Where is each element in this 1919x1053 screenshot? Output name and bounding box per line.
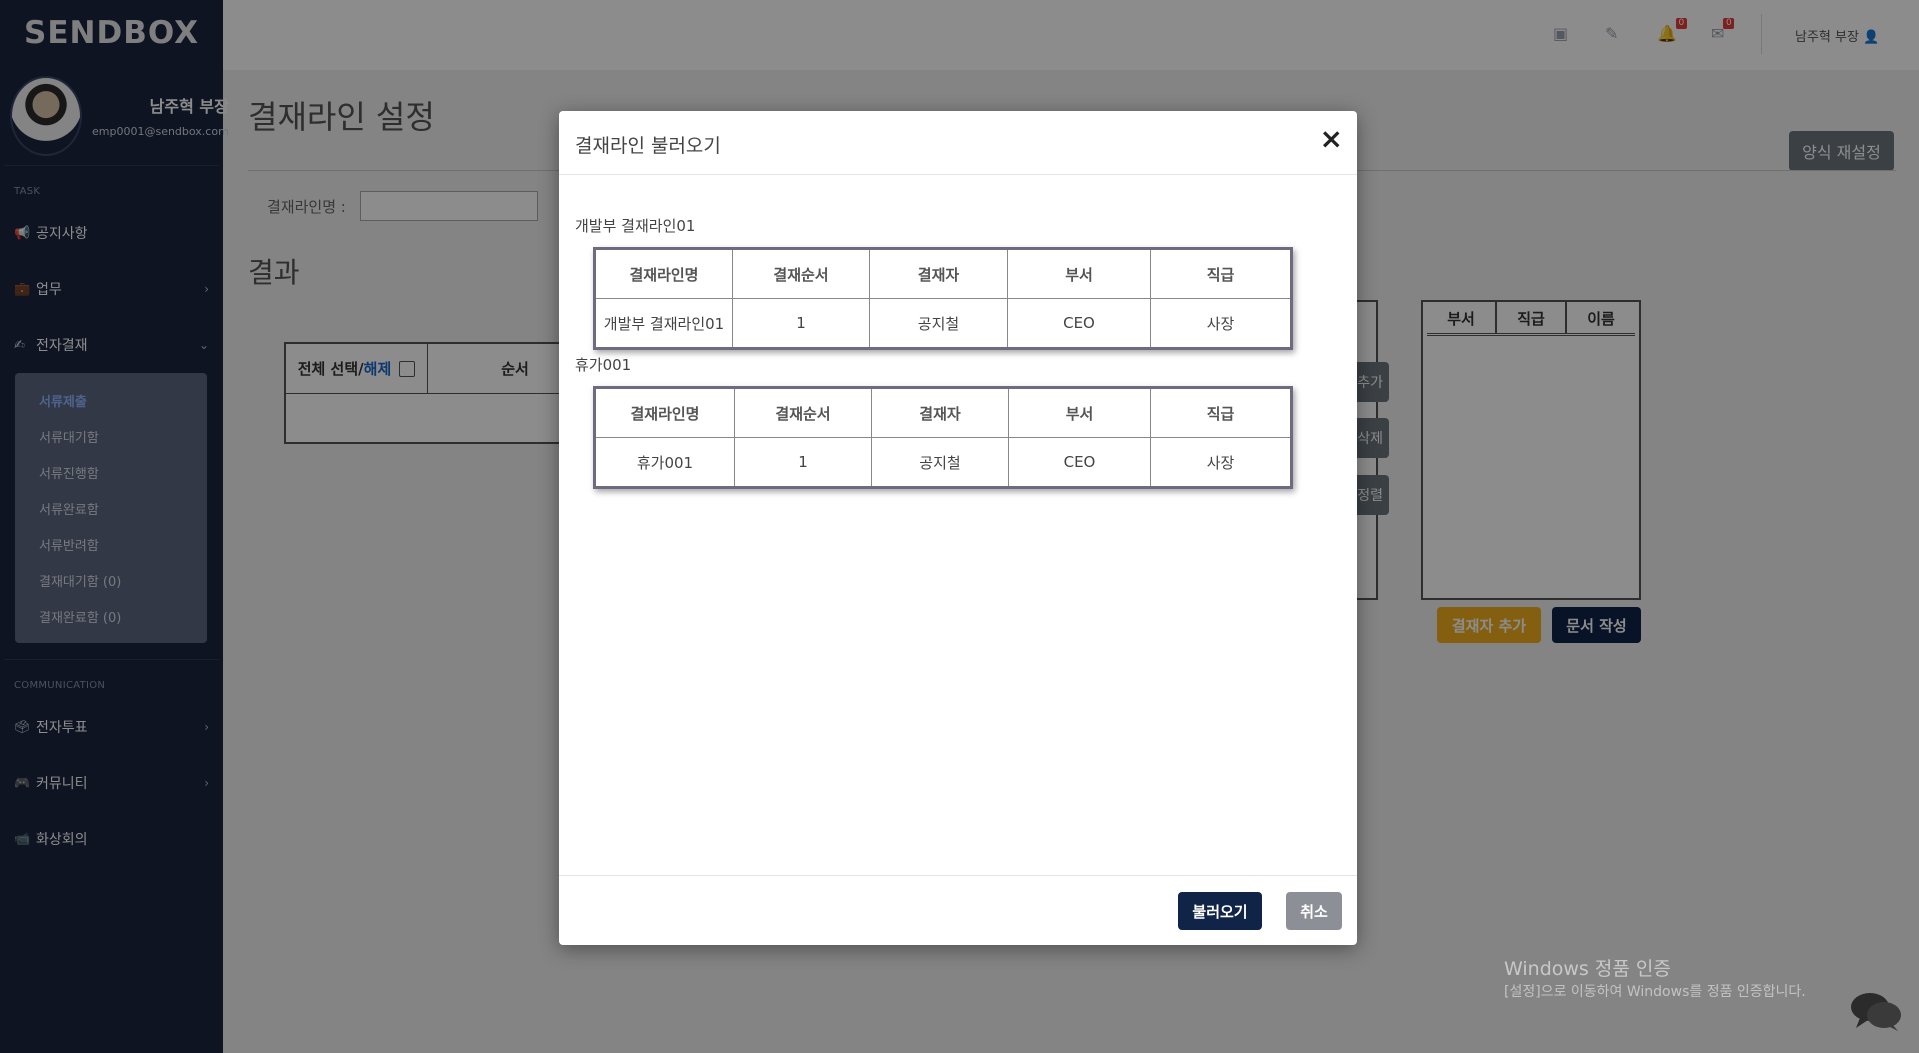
- column-header: 결재자: [869, 248, 1008, 299]
- group-label: 휴가001: [575, 356, 632, 374]
- approval-line-table[interactable]: 결재라인명 결재순서 결재자 부서 직급 휴가001 1 공지철 CEO 사장: [593, 386, 1293, 489]
- column-header: 직급: [1150, 248, 1292, 299]
- cell-dept: CEO: [1008, 437, 1151, 488]
- close-icon[interactable]: ×: [1320, 125, 1343, 153]
- modal-title: 결재라인 불러오기: [575, 135, 721, 157]
- cell-approver: 공지철: [869, 298, 1008, 349]
- cell-line-name: 휴가001: [594, 437, 735, 488]
- column-header: 부서: [1007, 248, 1151, 299]
- column-header: 결재라인명: [594, 387, 735, 438]
- column-header: 결재순서: [732, 248, 870, 299]
- modal-footer: 불러오기 취소: [559, 875, 1357, 945]
- cell-approver: 공지철: [871, 437, 1009, 488]
- table-header-row: 결재라인명 결재순서 결재자 부서 직급: [594, 248, 1292, 299]
- column-header: 결재자: [871, 387, 1009, 438]
- cell-dept: CEO: [1007, 298, 1151, 349]
- column-header: 부서: [1008, 387, 1151, 438]
- chat-icon[interactable]: [1850, 990, 1902, 1032]
- table-row[interactable]: 휴가001 1 공지철 CEO 사장: [594, 437, 1292, 488]
- windows-activation-text: [설정]으로 이동하여 Windows를 정품 인증합니다.: [1504, 984, 1806, 1000]
- cell-order: 1: [732, 298, 870, 349]
- approval-line-table[interactable]: 결재라인명 결재순서 결재자 부서 직급 개발부 결재라인01 1 공지철 CE…: [593, 247, 1293, 350]
- cancel-button[interactable]: 취소: [1286, 892, 1342, 930]
- column-header: 직급: [1150, 387, 1292, 438]
- table-header-row: 결재라인명 결재순서 결재자 부서 직급: [594, 387, 1292, 438]
- load-approval-line-modal: 결재라인 불러오기 × 개발부 결재라인01 결재라인명 결재순서 결재자 부서…: [559, 111, 1357, 945]
- group-label: 개발부 결재라인01: [575, 217, 696, 235]
- column-header: 결재라인명: [594, 248, 733, 299]
- cell-rank: 사장: [1150, 437, 1292, 488]
- table-row[interactable]: 개발부 결재라인01 1 공지철 CEO 사장: [594, 298, 1292, 349]
- cell-order: 1: [734, 437, 872, 488]
- windows-activation-title: Windows 정품 인증: [1504, 958, 1671, 980]
- load-button[interactable]: 불러오기: [1178, 892, 1262, 930]
- column-header: 결재순서: [734, 387, 872, 438]
- cell-line-name: 개발부 결재라인01: [594, 298, 733, 349]
- cell-rank: 사장: [1150, 298, 1292, 349]
